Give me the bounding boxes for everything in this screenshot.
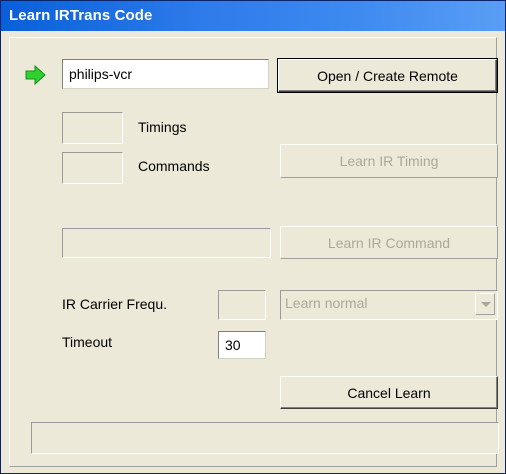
learn-ir-command-button[interactable]: Learn IR Command bbox=[280, 226, 498, 259]
status-bar bbox=[31, 422, 499, 454]
learn-ir-timing-button[interactable]: Learn IR Timing bbox=[280, 144, 498, 178]
ir-carrier-label: IR Carrier Frequ. bbox=[62, 296, 168, 312]
cancel-learn-button[interactable]: Cancel Learn bbox=[280, 376, 498, 409]
window-title: Learn IRTrans Code bbox=[9, 7, 153, 24]
remote-name-input[interactable] bbox=[62, 59, 269, 89]
ir-carrier-frequency-field bbox=[218, 290, 266, 320]
chevron-down-icon[interactable] bbox=[475, 293, 495, 315]
timings-label: Timings bbox=[138, 119, 187, 135]
green-arrow-icon bbox=[25, 65, 46, 85]
timings-count-field bbox=[62, 112, 123, 144]
learn-ir-timing-label: Learn IR Timing bbox=[339, 153, 439, 169]
timeout-label: Timeout bbox=[62, 334, 113, 350]
cancel-learn-label: Cancel Learn bbox=[347, 384, 431, 401]
open-create-remote-label: Open / Create Remote bbox=[317, 67, 458, 84]
commands-label: Commands bbox=[138, 158, 210, 174]
learn-irtrans-window: Learn IRTrans Code Open / Create Remote … bbox=[0, 0, 506, 474]
learn-mode-selected: Learn normal bbox=[285, 295, 368, 311]
title-bar[interactable]: Learn IRTrans Code bbox=[1, 1, 505, 31]
command-name-input[interactable] bbox=[62, 228, 271, 258]
open-create-remote-button[interactable]: Open / Create Remote bbox=[277, 58, 498, 93]
timeout-input[interactable] bbox=[218, 331, 266, 359]
commands-count-field bbox=[62, 152, 123, 184]
learn-ir-command-label: Learn IR Command bbox=[327, 234, 451, 251]
learn-mode-select[interactable]: Learn normal bbox=[280, 290, 498, 320]
